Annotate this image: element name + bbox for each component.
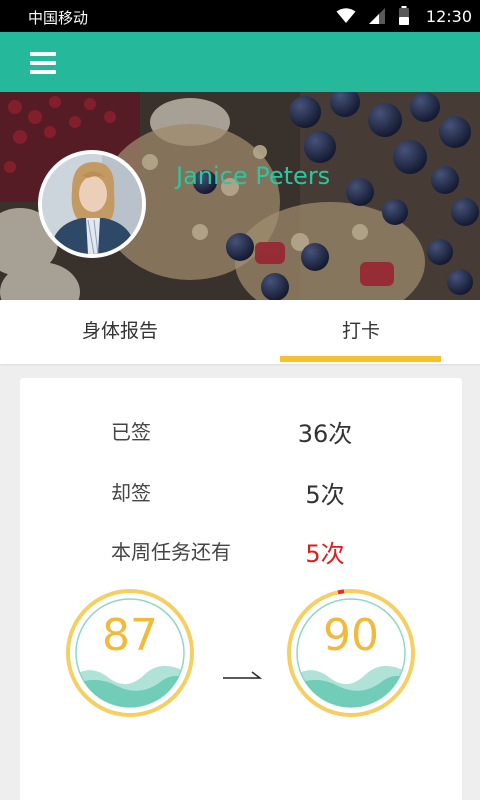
status-icons: 12:30 [336,5,472,27]
active-tab-indicator [280,356,441,362]
score-value-after: 90 [323,610,379,661]
clock: 12:30 [425,6,472,26]
signed-label: 已签 [111,420,151,444]
arrow-right-icon [223,671,262,679]
missed-count: 5次 [305,481,345,509]
weekly-remaining-label: 本周任务还有 [111,540,231,564]
tab-checkin[interactable]: 打卡 [261,300,461,364]
score-gauge-before: 87 [65,588,195,718]
battery-icon [398,6,409,25]
hamburger-menu-icon[interactable] [26,50,60,76]
profile-header: Janice Peters [0,92,480,300]
avatar[interactable] [38,150,146,258]
signed-count: 36次 [297,420,353,448]
avatar-image [42,154,142,254]
weekly-remaining-count: 5次 [305,540,345,568]
tab-bar: 身体报告 打卡 [0,300,480,364]
app-bar [0,32,480,92]
tab-body-report[interactable]: 身体报告 [20,300,220,364]
missed-label: 却签 [111,481,151,505]
wifi-icon [336,8,356,23]
user-name: Janice Peters [176,162,331,190]
status-bar: 中国移动 12:30 [0,0,480,32]
score-value-before: 87 [102,610,158,661]
checkin-card: 已签 36次 却签 5次 本周任务还有 5次 87 90 [20,378,462,800]
carrier-label: 中国移动 [28,9,89,27]
score-gauge-after: 90 [286,588,416,718]
signal-icon [368,8,385,24]
